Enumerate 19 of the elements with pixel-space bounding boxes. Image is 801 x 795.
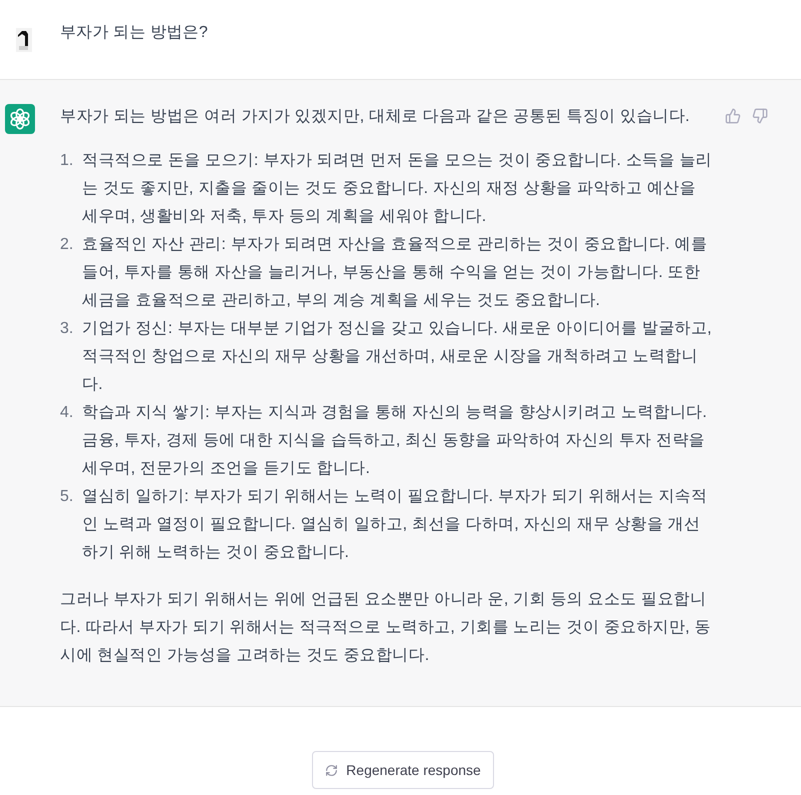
- list-number: 1.: [60, 151, 74, 171]
- list-item-text: 열심히 일하기: 부자가 되기 위해서는 노력이 필요합니다. 부자가 되기 위해서는 지속적인 노력과 열정이 필요합니다. 열심히 일하고, 최선을 다하며, 자신의 재무 상황을 개선하기 위해 노력하는 것이 중요합니다.: [82, 487, 708, 563]
- thumbs-up-icon[interactable]: [725, 108, 741, 124]
- flower-logo-icon: [5, 104, 35, 134]
- list-item-text: 효율적인 자산 관리: 부자가 되려면 자산을 효율적으로 관리하는 것이 중요합니다. 예를 들어, 투자를 통해 자산을 늘리거나, 부동산을 통해 수익을 얻는 것이 가능합니다. 또한 세금을 효율적으로 관리하고, 부의 계승 계획을 세우는 것도 중요합니다.: [82, 235, 708, 311]
- refresh-icon: [325, 764, 338, 776]
- list-item-text: 기업가 정신: 부자는 대부분 기업가 정신을 갖고 있습니다. 새로운 아이디어를 발굴하고, 적극적인 창업으로 자신의 재무 상황을 개선하며, 새로운 시장을 개척하려고 노력합니다.: [82, 319, 713, 395]
- user-message: 부자가 되는 방법은?: [60, 22, 208, 42]
- list-item-text: 적극적으로 돈을 모으기: 부자가 되려면 먼저 돈을 모으는 것이 중요합니다. 소득을 늘리는 것도 좋지만, 지출을 줄이는 것도 중요합니다. 자신의 재정 상황을 파악하고 예산을 세우며, 생활비와 저축, 투자 등의 계획을 세워야 합니다.: [82, 151, 713, 227]
- list-item-text: 학습과 지식 쌓기: 부자는 지식과 경험을 통해 자신의 능력을 향상시키려고 노력합니다. 금융, 투자, 경제 등에 대한 지식을 습득하고, 최신 동향을 파악하여 자신의 투자 전략을 세우며, 전문가의 조언을 듣기도 합니다.: [82, 403, 708, 479]
- list-number: 2.: [60, 235, 74, 255]
- list-number: 5.: [60, 487, 74, 507]
- regenerate-button[interactable]: Regenerate response: [312, 751, 494, 789]
- response-closing: 그러나 부자가 되기 위해서는 위에 언급된 요소뿐만 아니라 운, 기회 등의 요소도 필요합니다. 따라서 부자가 되기 위해서는 적극적으로 노력하고, 기회를 노리는 것이 중요하지만, 동시에 현실적인 가능성을 고려하는 것도 중요합니다.: [60, 590, 712, 666]
- thumbs-down-icon[interactable]: [752, 108, 768, 124]
- list-number: 3.: [60, 319, 74, 339]
- response-intro: 부자가 되는 방법은 여러 가지가 있겠지만, 대체로 다음과 같은 공통된 특징이 있습니다.: [60, 107, 691, 127]
- avatar-image: [16, 28, 32, 52]
- list-number: 4.: [60, 403, 74, 423]
